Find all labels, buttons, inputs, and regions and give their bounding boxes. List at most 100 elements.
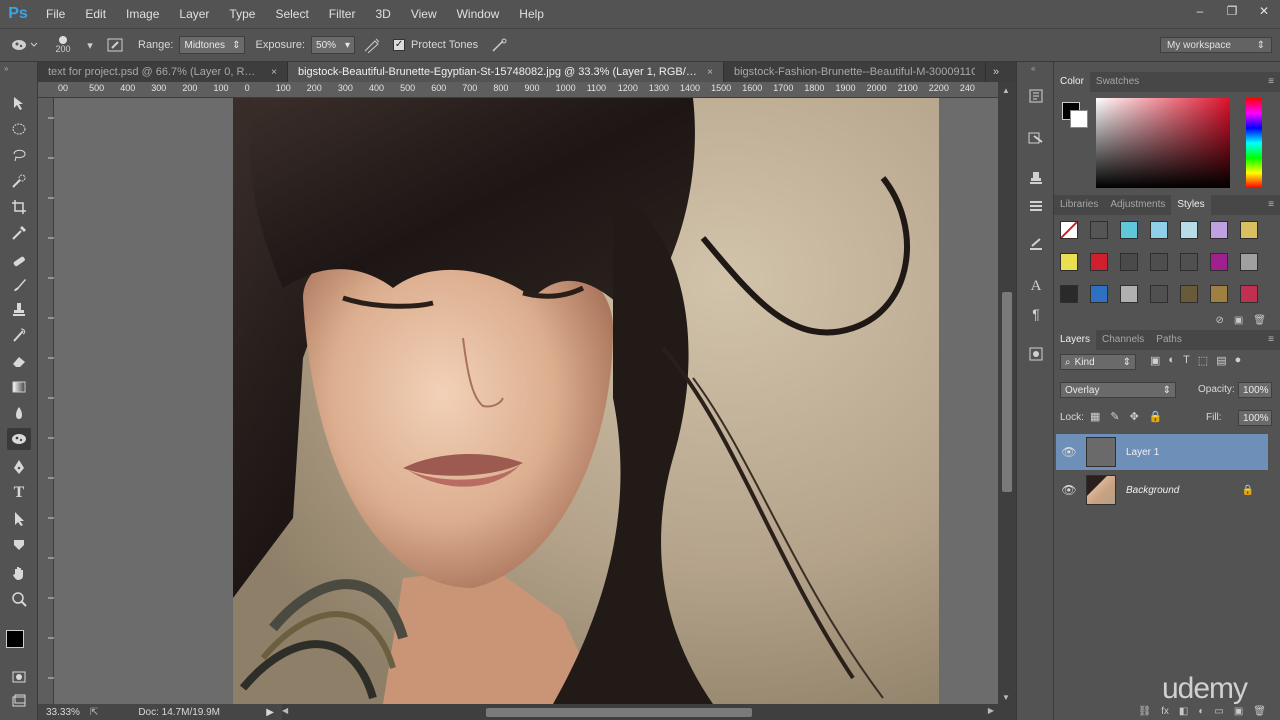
move-tool-icon[interactable] [7,92,31,114]
vertical-scrollbar[interactable]: ▲ ▼ [998,82,1016,704]
tab-brunette-egyptian[interactable]: bigstock-Beautiful-Brunette-Egyptian-St-… [288,62,724,82]
clone-source-panel-icon[interactable] [1026,168,1046,188]
scroll-left-icon[interactable]: ◀ [282,706,288,715]
style-swatch[interactable] [1090,253,1108,271]
document-photo[interactable] [233,98,939,704]
style-swatch[interactable] [1180,285,1198,303]
tab-adjustments[interactable]: Adjustments [1104,195,1171,215]
horizontal-scrollbar[interactable]: ◀ ▶ [282,704,1016,720]
sponge-tool-preset-icon[interactable] [0,32,48,58]
tab-styles[interactable]: Styles [1171,195,1211,215]
hue-slider[interactable] [1246,98,1262,188]
layer-row-background[interactable]: 👁 Background 🔒 [1056,472,1268,508]
style-swatch[interactable] [1150,253,1168,271]
brush-panel-toggle-icon[interactable] [102,32,128,58]
airbrush-icon[interactable] [355,32,389,58]
sponge-tool-icon[interactable] [7,428,31,450]
expand-panels-icon[interactable]: « [1031,64,1035,73]
brush-presets-panel-icon[interactable] [1026,234,1046,254]
menu-image[interactable]: Image [116,0,169,28]
style-swatch[interactable] [1090,221,1108,239]
restore-button[interactable]: ❐ [1216,0,1248,22]
filter-shape-icon[interactable]: ⬚ [1198,354,1208,367]
style-swatch[interactable] [1060,221,1078,239]
style-swatch[interactable] [1240,221,1258,239]
style-swatch[interactable] [1090,285,1108,303]
lock-transparent-icon[interactable]: ▦ [1090,410,1100,423]
filter-pixel-icon[interactable]: ▣ [1150,354,1160,367]
style-swatch[interactable] [1180,221,1198,239]
opacity-input[interactable]: 100% [1238,382,1272,398]
foreground-color-swatch[interactable] [6,630,24,648]
pen-tool-icon[interactable] [7,456,31,478]
scroll-right-icon[interactable]: ▶ [988,706,994,715]
visibility-eye-icon[interactable]: 👁 [1056,445,1082,459]
type-tool-icon[interactable]: T [7,482,31,504]
link-layers-icon[interactable]: ⛓ [1138,706,1151,717]
panel-menu-icon[interactable]: ≡ [1268,199,1274,210]
eyedropper-tool-icon[interactable] [7,222,31,244]
filter-smart-object-icon[interactable]: ▤ [1216,354,1226,367]
panel-menu-icon[interactable]: ≡ [1268,76,1274,87]
workspace-select[interactable]: My workspace ⇕ [1160,37,1272,53]
tab-channels[interactable]: Channels [1096,330,1150,350]
new-layer-icon[interactable]: ▣ [1234,706,1243,717]
new-adjustment-layer-icon[interactable]: ◐ [1198,706,1204,717]
range-select[interactable]: Midtones ⇕ [179,36,246,54]
horizontal-scroll-thumb[interactable] [486,708,752,717]
tab-fashion-brunette[interactable]: bigstock-Fashion-Brunette--Beautiful-M-3… [724,62,986,82]
layer-filter-kind[interactable]: ⌕ Kind ⇕ [1060,354,1136,370]
protect-tones-checkbox[interactable]: ✓ [393,39,406,51]
paragraph-panel-icon[interactable]: ¶ [1026,304,1046,324]
tab-paths[interactable]: Paths [1150,330,1188,350]
tab-libraries[interactable]: Libraries [1054,195,1104,215]
new-group-icon[interactable]: ▭ [1214,706,1223,717]
add-mask-icon[interactable]: ◧ [1179,706,1188,717]
style-swatch[interactable] [1150,285,1168,303]
new-style-icon[interactable]: ▣ [1234,315,1243,326]
style-swatch[interactable] [1120,221,1138,239]
pressure-size-icon[interactable] [484,32,514,58]
brush-size-picker[interactable]: 200 [48,32,78,58]
tab-swatches[interactable]: Swatches [1090,72,1145,92]
collapse-icon[interactable]: » [4,64,8,73]
visibility-eye-icon[interactable]: 👁 [1056,483,1082,497]
panel-menu-icon[interactable]: ≡ [1268,334,1274,345]
style-swatch[interactable] [1210,221,1228,239]
menu-file[interactable]: File [36,0,75,28]
marquee-tool-icon[interactable] [7,118,31,140]
share-icon[interactable]: ⇱ [90,707,98,718]
vertical-scroll-thumb[interactable] [1002,292,1012,492]
path-selection-tool-icon[interactable] [7,508,31,530]
quick-mask-icon[interactable] [7,666,31,688]
blend-mode-select[interactable]: Overlay ⇕ [1060,382,1176,398]
style-swatch[interactable] [1120,253,1138,271]
lock-position-icon[interactable]: ✥ [1130,410,1139,423]
menu-help[interactable]: Help [509,0,554,28]
tab-color[interactable]: Color [1054,72,1090,92]
layer-name[interactable]: Background [1126,485,1179,496]
scroll-up-icon[interactable]: ▲ [1002,86,1010,95]
clear-style-icon[interactable]: ⊘ [1215,315,1223,326]
tab-close-icon[interactable]: × [271,67,277,78]
zoom-tool-icon[interactable] [7,588,31,610]
zoom-level[interactable]: 33.33% [46,707,80,718]
scroll-down-icon[interactable]: ▼ [1002,693,1010,702]
minimize-button[interactable]: – [1184,0,1216,22]
style-swatch[interactable] [1060,285,1078,303]
delete-layer-icon[interactable]: 🗑 [1253,706,1266,717]
hand-tool-icon[interactable] [7,562,31,584]
tab-layers[interactable]: Layers [1054,330,1097,350]
filter-type-icon[interactable]: T [1183,354,1190,367]
blur-tool-icon[interactable] [7,402,31,424]
menu-view[interactable]: View [401,0,447,28]
brush-dropdown-icon[interactable]: ▾ [78,32,102,58]
lasso-tool-icon[interactable] [7,144,31,166]
tabs-overflow-icon[interactable]: » [986,66,1006,78]
menu-3d[interactable]: 3D [365,0,400,28]
gradient-tool-icon[interactable] [7,376,31,398]
tab-close-icon[interactable]: × [707,67,713,78]
eraser-tool-icon[interactable] [7,350,31,372]
crop-tool-icon[interactable] [7,196,31,218]
style-swatch[interactable] [1180,253,1198,271]
